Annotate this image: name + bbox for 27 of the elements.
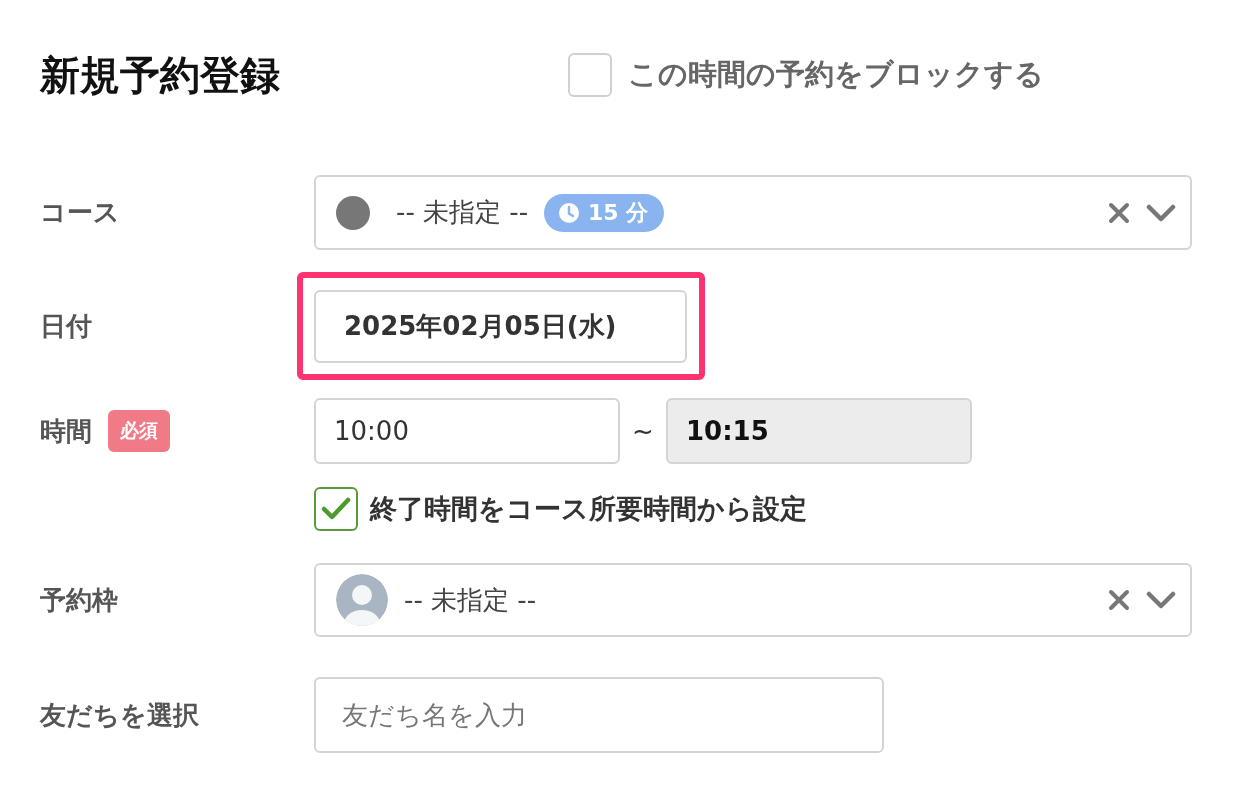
clock-icon [558, 201, 581, 224]
checkmark-icon [321, 496, 351, 522]
checkbox[interactable] [568, 53, 612, 97]
field-label: 日付 [40, 310, 92, 343]
date-field[interactable]: 2025年02月05日(水) [314, 290, 687, 363]
field-label: コース [40, 196, 120, 229]
clear-icon[interactable] [1108, 589, 1130, 611]
required-badge: 必須 [108, 410, 170, 452]
friend-name-field[interactable]: 友だち名を入力 [314, 677, 884, 753]
dot-icon [336, 195, 370, 230]
chevron-down-icon[interactable] [1146, 202, 1176, 223]
field-label: 予約枠 [40, 583, 118, 617]
field-label: 友だちを選択 [40, 698, 199, 732]
slot-select[interactable]: -- 未指定 -- [314, 563, 1192, 637]
end-time-field: 10:15 [666, 398, 972, 464]
chevron-down-icon[interactable] [1146, 590, 1176, 610]
checkbox[interactable] [314, 487, 358, 531]
start-time-field[interactable]: 10:00 [314, 398, 620, 464]
block-checkbox-label: この時間の予約をブロックする [628, 56, 1044, 93]
duration-badge: 15 分 [544, 193, 665, 232]
page-title: 新規予約登録 [40, 50, 281, 100]
clear-icon[interactable] [1108, 201, 1130, 224]
avatar-icon [336, 574, 388, 626]
checkbox-label: 終了時間をコース所要時間から設定 [370, 492, 807, 526]
course-select[interactable]: -- 未指定 -- 15 分 [314, 175, 1192, 250]
range-separator: ~ [631, 416, 655, 446]
field-label: 時間 [40, 414, 92, 448]
